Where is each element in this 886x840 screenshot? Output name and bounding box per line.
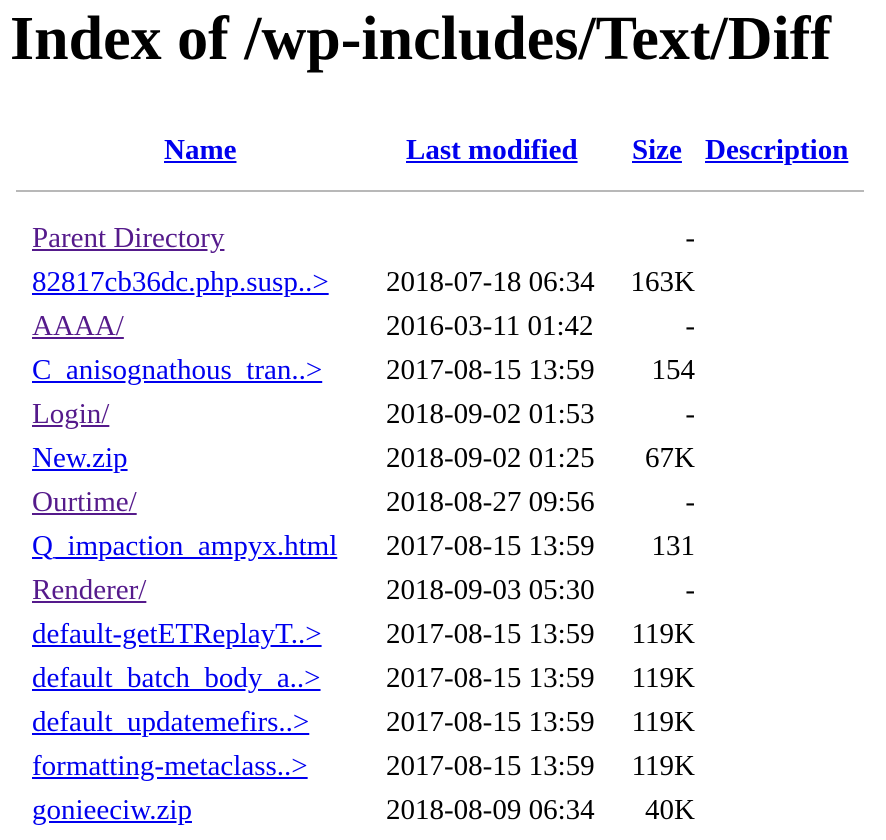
last-modified-cell: 2018-08-09 06:34	[386, 794, 595, 826]
size-cell: 67K	[645, 442, 695, 474]
size-cell: 119K	[631, 618, 695, 650]
table-row: Login/2018-09-02 01:53 -	[0, 396, 886, 440]
size-cell: 119K	[631, 662, 695, 694]
last-modified-cell: 2017-08-15 13:59	[386, 662, 595, 694]
size-cell: -	[685, 222, 695, 254]
file-link[interactable]: Login/	[32, 396, 109, 432]
last-modified-cell: 2018-08-27 09:56	[386, 486, 595, 518]
last-modified-cell: 2018-07-18 06:34	[386, 266, 595, 298]
last-modified-cell: 2017-08-15 13:59	[386, 706, 595, 738]
table-row: gonieeciw.zip 2018-08-09 06:34 40K	[0, 792, 886, 836]
file-link[interactable]: C_anisognathous_tran..>	[32, 352, 322, 388]
file-link[interactable]: Ourtime/	[32, 484, 137, 520]
size-cell: -	[685, 310, 695, 342]
size-cell: 119K	[631, 750, 695, 782]
last-modified-cell: 2018-09-02 01:25	[386, 442, 595, 474]
table-row: Ourtime/2018-08-27 09:56 -	[0, 484, 886, 528]
file-link[interactable]: Renderer/	[32, 572, 146, 608]
sort-by-last-modified-link[interactable]: Last modified	[406, 132, 578, 168]
page-title: Index of /wp-includes/Text/Diff	[10, 5, 832, 73]
last-modified-cell: 2017-08-15 13:59	[386, 354, 595, 386]
table-row: AAAA/2016-03-11 01:42 -	[0, 308, 886, 352]
sort-by-size-link[interactable]: Size	[632, 132, 682, 168]
table-row: default_updatemefirs..> 2017-08-15 13:59 1…	[0, 704, 886, 748]
table-row: Renderer/2018-09-03 05:30 -	[0, 572, 886, 616]
last-modified-cell: 2017-08-15 13:59	[386, 618, 595, 650]
last-modified-cell: 2018-09-02 01:53	[386, 398, 595, 430]
table-row: 82817cb36dc.php.susp..> 2018-07-18 06:34 1…	[0, 264, 886, 308]
table-row: default-getETReplayT..> 2017-08-15 13:59 1…	[0, 616, 886, 660]
size-cell: 154	[651, 354, 696, 386]
last-modified-cell: 2018-09-03 05:30	[386, 574, 595, 606]
table-row: default_batch_body_a..> 2017-08-15 13:59 1…	[0, 660, 886, 704]
size-cell: -	[685, 398, 695, 430]
size-cell: 119K	[631, 706, 695, 738]
table-row: New.zip 2018-09-02 01:25 67K	[0, 440, 886, 484]
file-link[interactable]: AAAA/	[32, 308, 124, 344]
file-link[interactable]: New.zip	[32, 440, 128, 476]
file-link[interactable]: Q_impaction_ampyx.html	[32, 528, 337, 564]
size-cell: -	[685, 574, 695, 606]
file-link[interactable]: 82817cb36dc.php.susp..>	[32, 264, 329, 300]
size-cell: 40K	[645, 794, 695, 826]
file-link[interactable]: formatting-metaclass..>	[32, 748, 308, 784]
size-cell: 163K	[630, 266, 695, 298]
file-link[interactable]: default_batch_body_a..>	[32, 660, 321, 696]
last-modified-cell: 2017-08-15 13:59	[386, 750, 595, 782]
file-link[interactable]: gonieeciw.zip	[32, 792, 192, 828]
table-row: Q_impaction_ampyx.html 2017-08-15 13:59 13…	[0, 528, 886, 572]
parent-directory-link[interactable]: Parent Directory	[32, 220, 224, 256]
last-modified-cell: 2017-08-15 13:59	[386, 530, 595, 562]
file-link[interactable]: default-getETReplayT..>	[32, 616, 322, 652]
size-cell: -	[685, 486, 695, 518]
file-link[interactable]: default_updatemefirs..>	[32, 704, 309, 740]
table-row: Parent Directory -	[0, 220, 886, 264]
sort-by-description-link[interactable]: Description	[705, 132, 848, 168]
file-listing: Parent Directory -82817cb36dc.php.susp..>…	[0, 220, 886, 836]
table-row: formatting-metaclass..> 2017-08-15 13:59 1…	[0, 748, 886, 792]
last-modified-cell: 2016-03-11 01:42	[386, 310, 594, 342]
size-cell: 131	[651, 530, 696, 562]
header-divider	[16, 190, 864, 192]
sort-by-name-link[interactable]: Name	[164, 132, 236, 168]
table-row: C_anisognathous_tran..> 2017-08-15 13:59 1…	[0, 352, 886, 396]
